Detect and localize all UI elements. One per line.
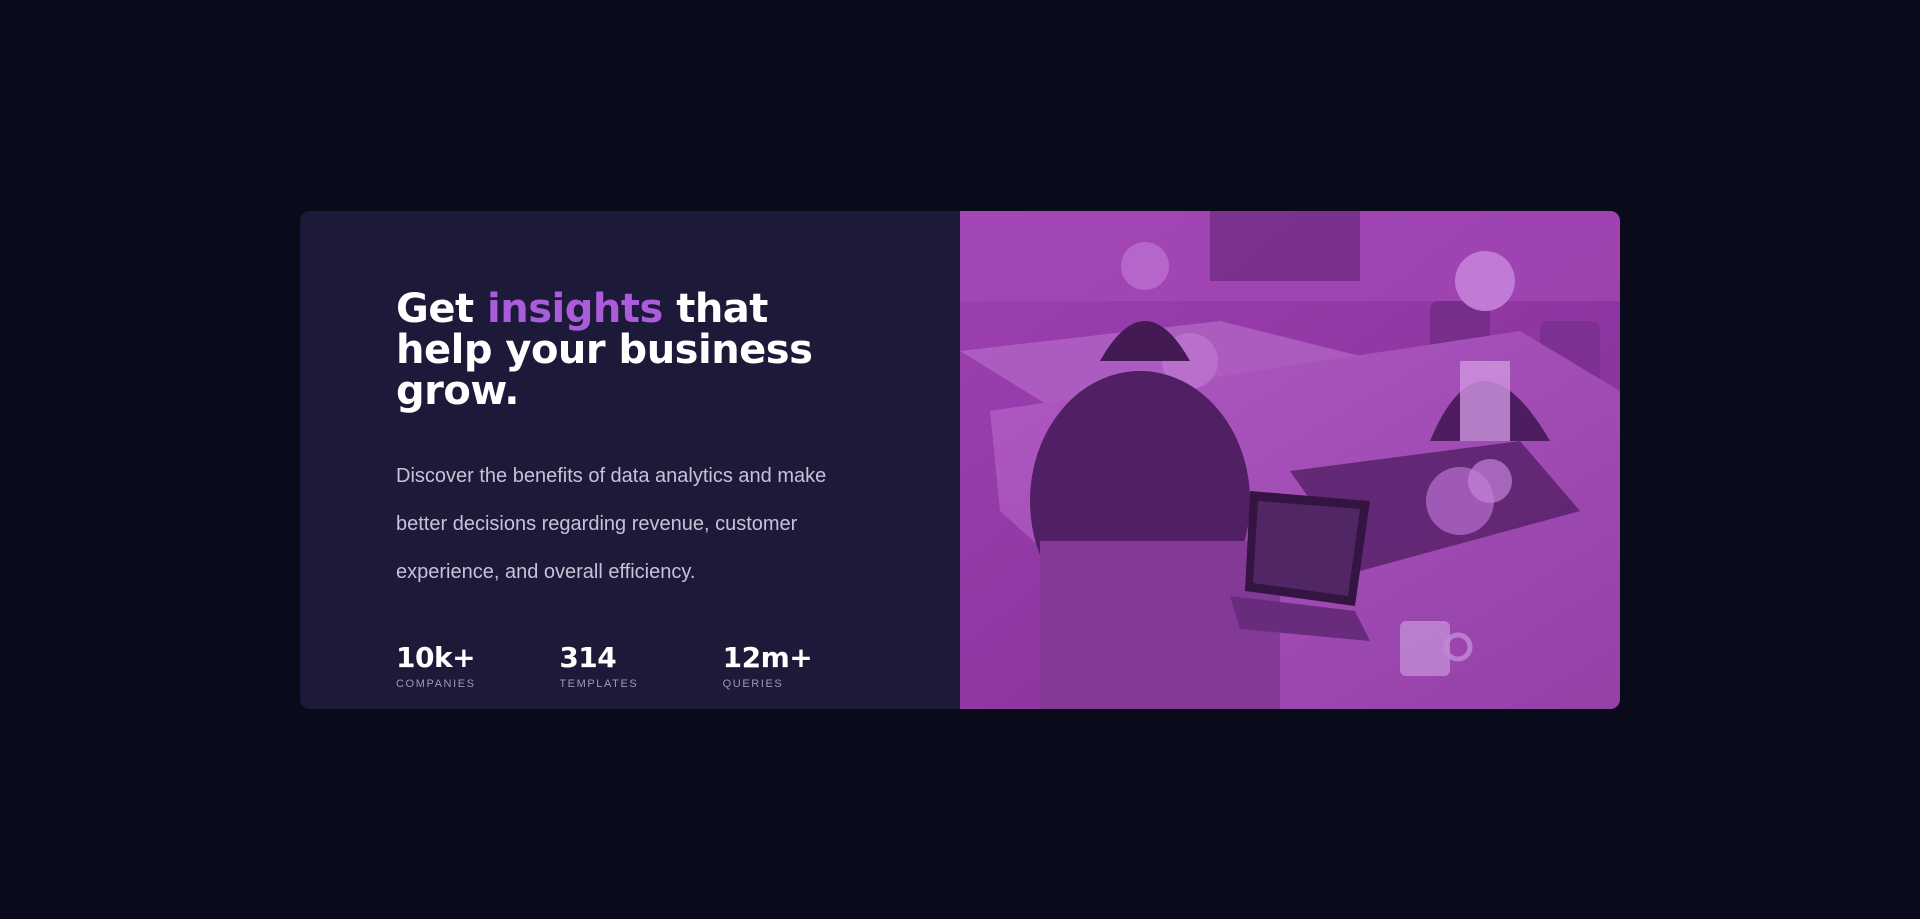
stat-value: 10k+ (396, 641, 476, 674)
photo-illustration (960, 211, 1620, 709)
headline: Get insights that help your business gro… (396, 289, 866, 412)
stats-row: 10k+ COMPANIES 314 TEMPLATES 12m+ QUERIE… (396, 641, 886, 691)
stat-value: 12m+ (722, 641, 813, 674)
stat-templates: 314 TEMPLATES (559, 641, 722, 691)
stat-companies: 10k+ COMPANIES (396, 641, 559, 691)
stat-label: COMPANIES (396, 678, 476, 690)
stat-value: 314 (559, 641, 617, 674)
office-team-photo (960, 211, 1620, 709)
card-content: Get insights that help your business gro… (300, 211, 960, 709)
stat-label: QUERIES (722, 678, 784, 690)
description: Discover the benefits of data analytics … (396, 465, 827, 583)
stats-preview-card: Get insights that help your business gro… (300, 211, 1620, 709)
headline-accent: insights (487, 286, 663, 332)
stat-queries: 12m+ QUERIES (722, 641, 886, 691)
headline-start: Get (396, 286, 488, 332)
stat-label: TEMPLATES (559, 678, 639, 690)
